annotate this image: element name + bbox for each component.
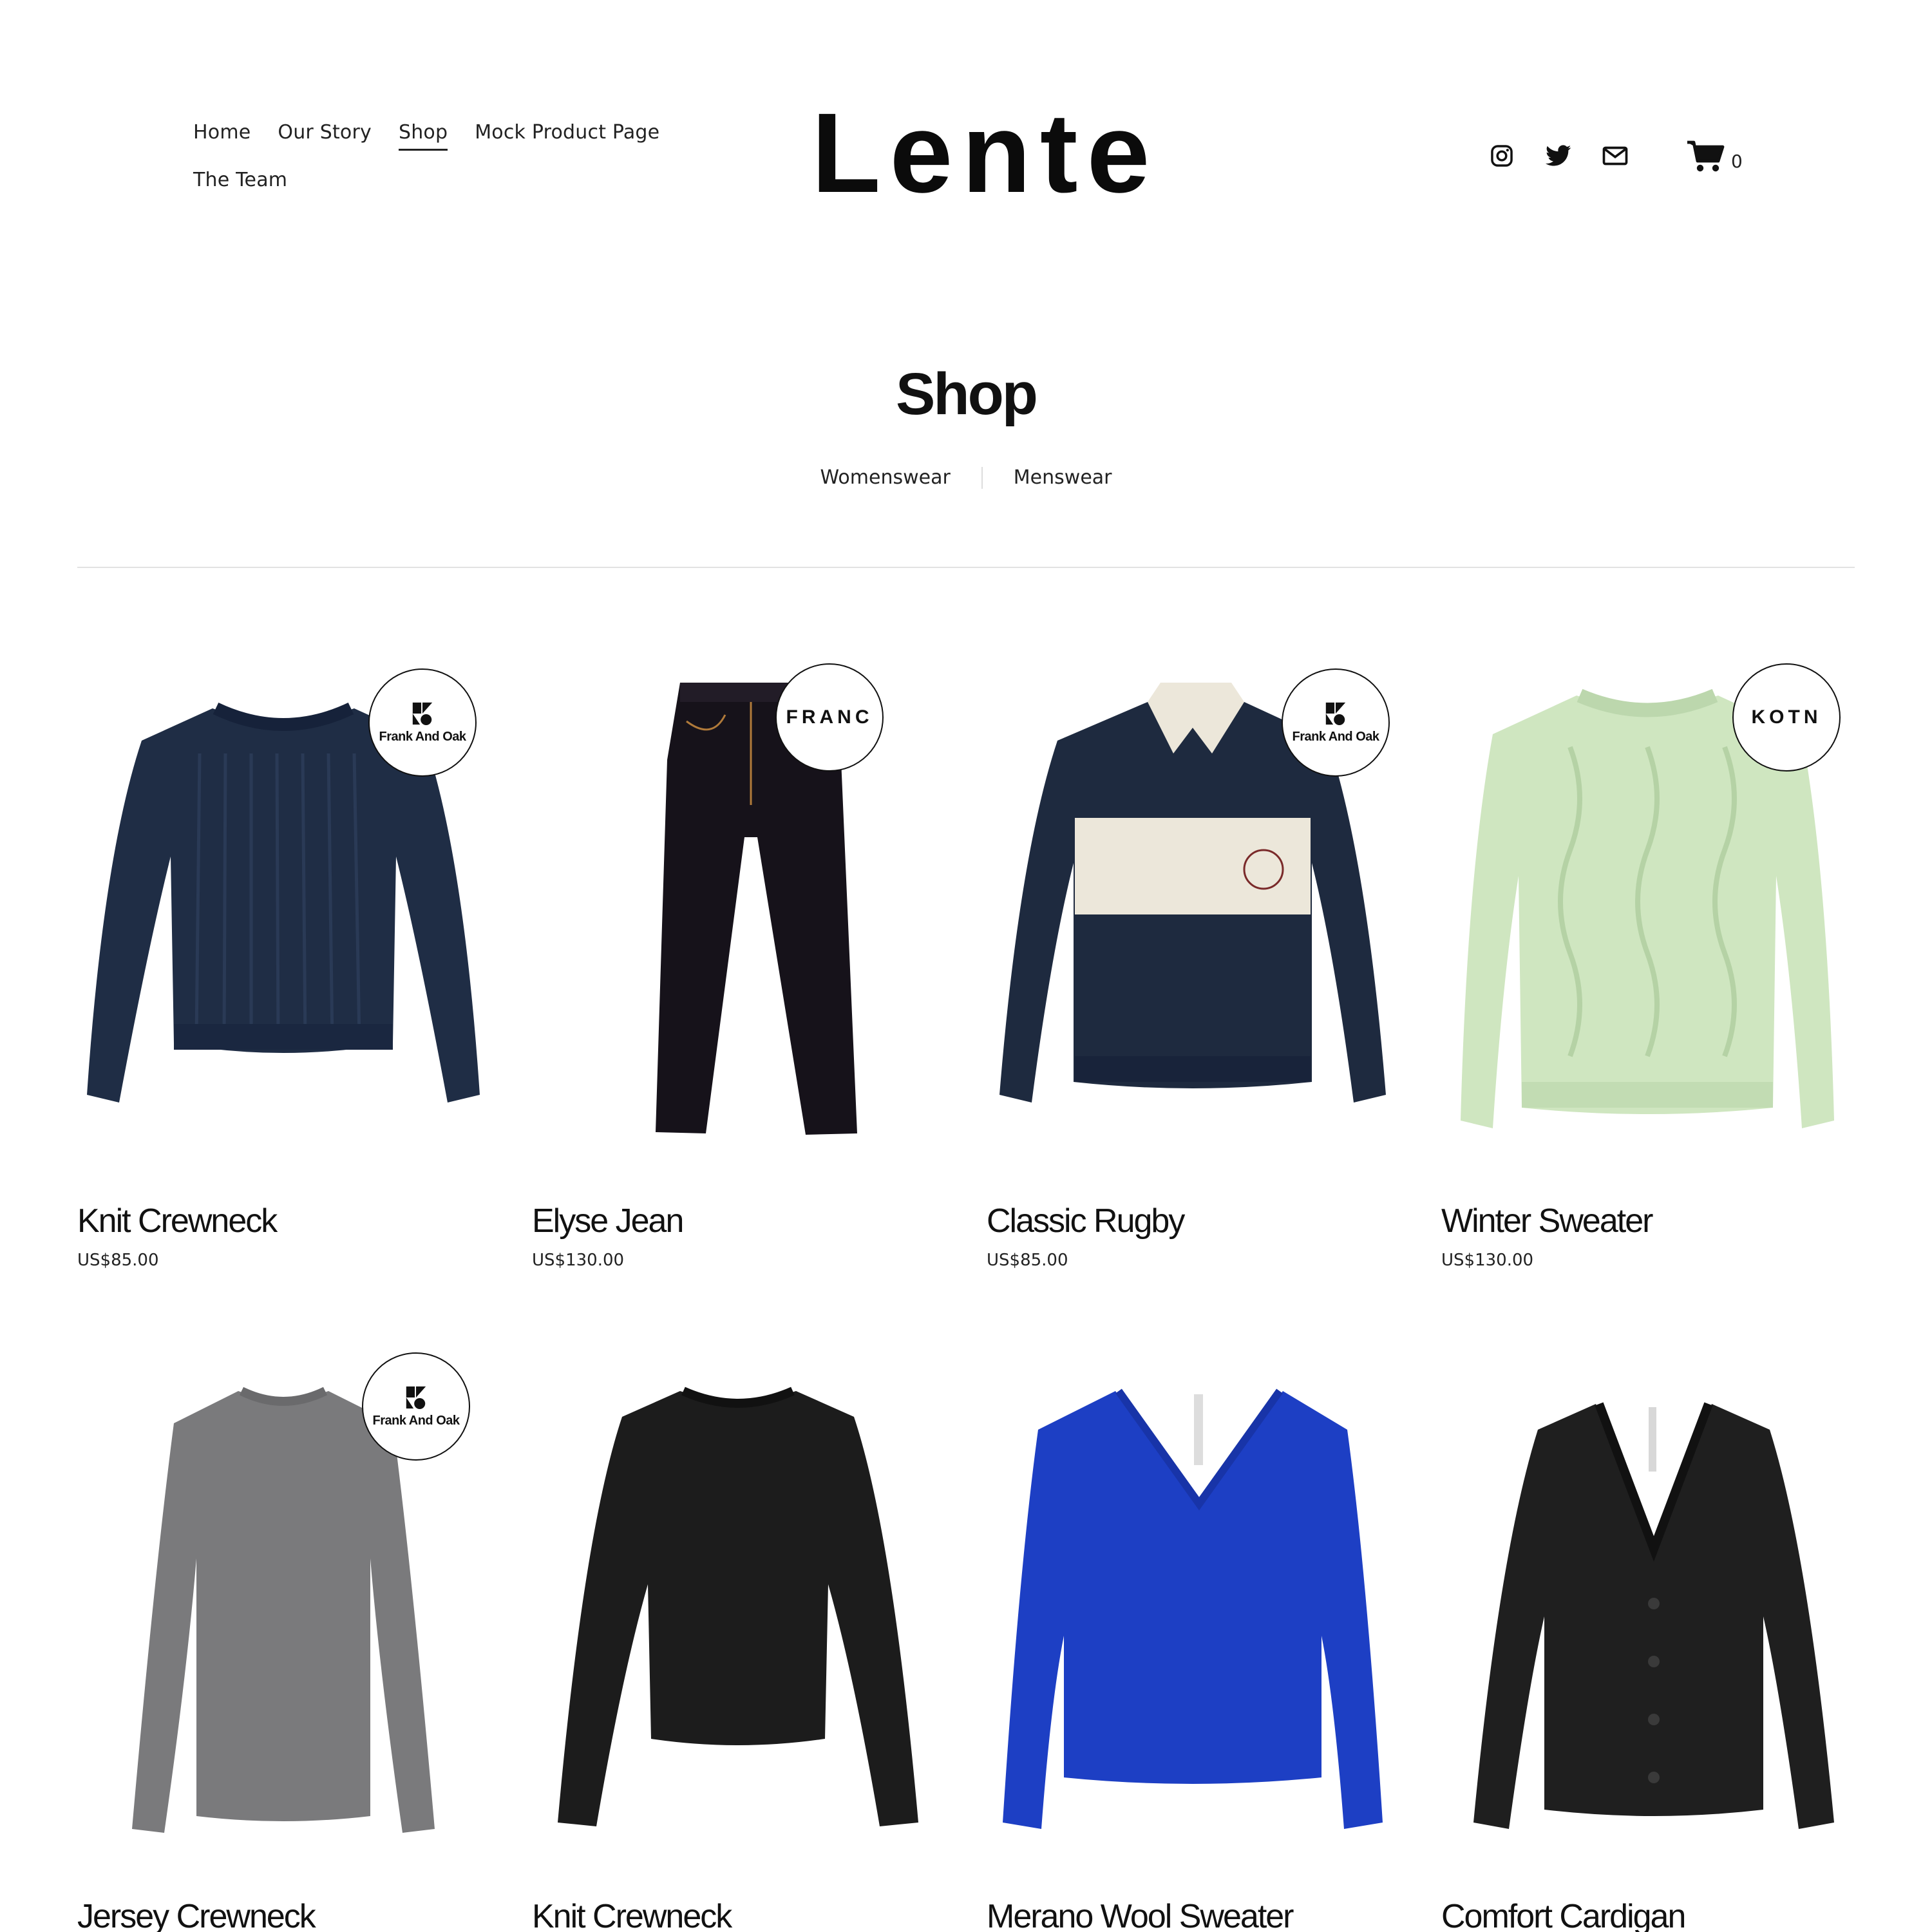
- badge-label: Frank And Oak: [1292, 729, 1379, 744]
- product-name[interactable]: Comfort Cardigan: [1441, 1897, 1853, 1932]
- brand-badge: FRANC: [775, 663, 884, 772]
- cart-button[interactable]: 0: [1687, 140, 1743, 176]
- badge-label: KOTN: [1751, 706, 1822, 728]
- product-card[interactable]: Frank And Oak Jersey Crewneck: [77, 1340, 489, 1932]
- product-image[interactable]: FRANC: [532, 644, 944, 1172]
- product-price: US$85.00: [987, 1251, 1068, 1270]
- nav-row-2: The Team: [193, 169, 683, 196]
- product-card[interactable]: FRANC Elyse Jean US$130.00: [532, 644, 944, 1270]
- frank-and-oak-logo-icon: [412, 702, 433, 725]
- brand-badge: Frank And Oak: [368, 668, 477, 777]
- product-card[interactable]: Comfort Cardigan: [1441, 1340, 1853, 1932]
- product-name[interactable]: Merano Wool Sweater: [987, 1897, 1399, 1932]
- product-card[interactable]: Knit Crewneck: [532, 1340, 944, 1932]
- email-icon[interactable]: [1601, 142, 1629, 170]
- product-image[interactable]: [987, 1340, 1399, 1868]
- cart-icon: [1687, 140, 1725, 176]
- product-image[interactable]: [532, 1340, 944, 1868]
- category-womenswear[interactable]: Womenswear: [820, 466, 951, 489]
- product-card[interactable]: KOTN Winter Sweater US$130.00: [1441, 644, 1853, 1270]
- product-card[interactable]: Merano Wool Sweater: [987, 1340, 1399, 1932]
- badge-label: Frank And Oak: [379, 729, 466, 744]
- cart-count: 0: [1731, 151, 1743, 172]
- product-name[interactable]: Winter Sweater: [1441, 1202, 1853, 1240]
- site-logo[interactable]: Lente: [811, 97, 1150, 210]
- section-divider: [77, 567, 1855, 568]
- nav-the-team[interactable]: The Team: [193, 169, 287, 196]
- frank-and-oak-logo-icon: [406, 1386, 426, 1409]
- product-price: US$85.00: [77, 1251, 159, 1270]
- nav-row-1: Home Our Story Shop Mock Product Page: [193, 121, 683, 151]
- product-image[interactable]: [1441, 1340, 1853, 1868]
- nav-our-story[interactable]: Our Story: [278, 121, 372, 151]
- nav-mock-product-page[interactable]: Mock Product Page: [475, 121, 659, 151]
- product-name[interactable]: Knit Crewneck: [532, 1897, 944, 1932]
- product-name[interactable]: Elyse Jean: [532, 1202, 944, 1240]
- brand-badge: Frank And Oak: [362, 1352, 470, 1461]
- sweater-image: [1003, 1388, 1383, 1829]
- page-title: Shop: [896, 361, 1038, 427]
- product-name[interactable]: Jersey Crewneck: [77, 1897, 489, 1932]
- product-image[interactable]: Frank And Oak: [987, 644, 1399, 1172]
- product-image[interactable]: Frank And Oak: [77, 1340, 489, 1868]
- product-name[interactable]: Knit Crewneck: [77, 1202, 489, 1240]
- sweater-image: [558, 1387, 918, 1826]
- brand-badge: Frank And Oak: [1282, 668, 1390, 777]
- instagram-icon[interactable]: [1488, 142, 1516, 170]
- product-image[interactable]: Frank And Oak: [77, 644, 489, 1172]
- product-price: US$130.00: [532, 1251, 625, 1270]
- social-links: [1488, 142, 1629, 170]
- cardigan-image: [1473, 1402, 1834, 1829]
- product-card[interactable]: Frank And Oak Knit Crewneck US$85.00: [77, 644, 489, 1270]
- category-separator: [981, 466, 983, 489]
- product-name[interactable]: Classic Rugby: [987, 1202, 1399, 1240]
- nav-shop[interactable]: Shop: [398, 121, 448, 151]
- nav-home[interactable]: Home: [193, 121, 251, 151]
- badge-label: Frank And Oak: [372, 1413, 460, 1428]
- product-grid: Frank And Oak Knit Crewneck US$85.00 FRA…: [77, 644, 1855, 1932]
- main-nav: Home Our Story Shop Mock Product Page Th…: [193, 121, 683, 214]
- product-price: US$130.00: [1441, 1251, 1534, 1270]
- twitter-icon[interactable]: [1544, 142, 1573, 170]
- category-filter: Womenswear Menswear: [0, 466, 1932, 489]
- badge-label: FRANC: [786, 706, 873, 728]
- category-menswear[interactable]: Menswear: [1014, 466, 1112, 489]
- brand-badge: KOTN: [1732, 663, 1841, 772]
- product-image[interactable]: KOTN: [1441, 644, 1853, 1172]
- product-card[interactable]: Frank And Oak Classic Rugby US$85.00: [987, 644, 1399, 1270]
- frank-and-oak-logo-icon: [1325, 702, 1346, 725]
